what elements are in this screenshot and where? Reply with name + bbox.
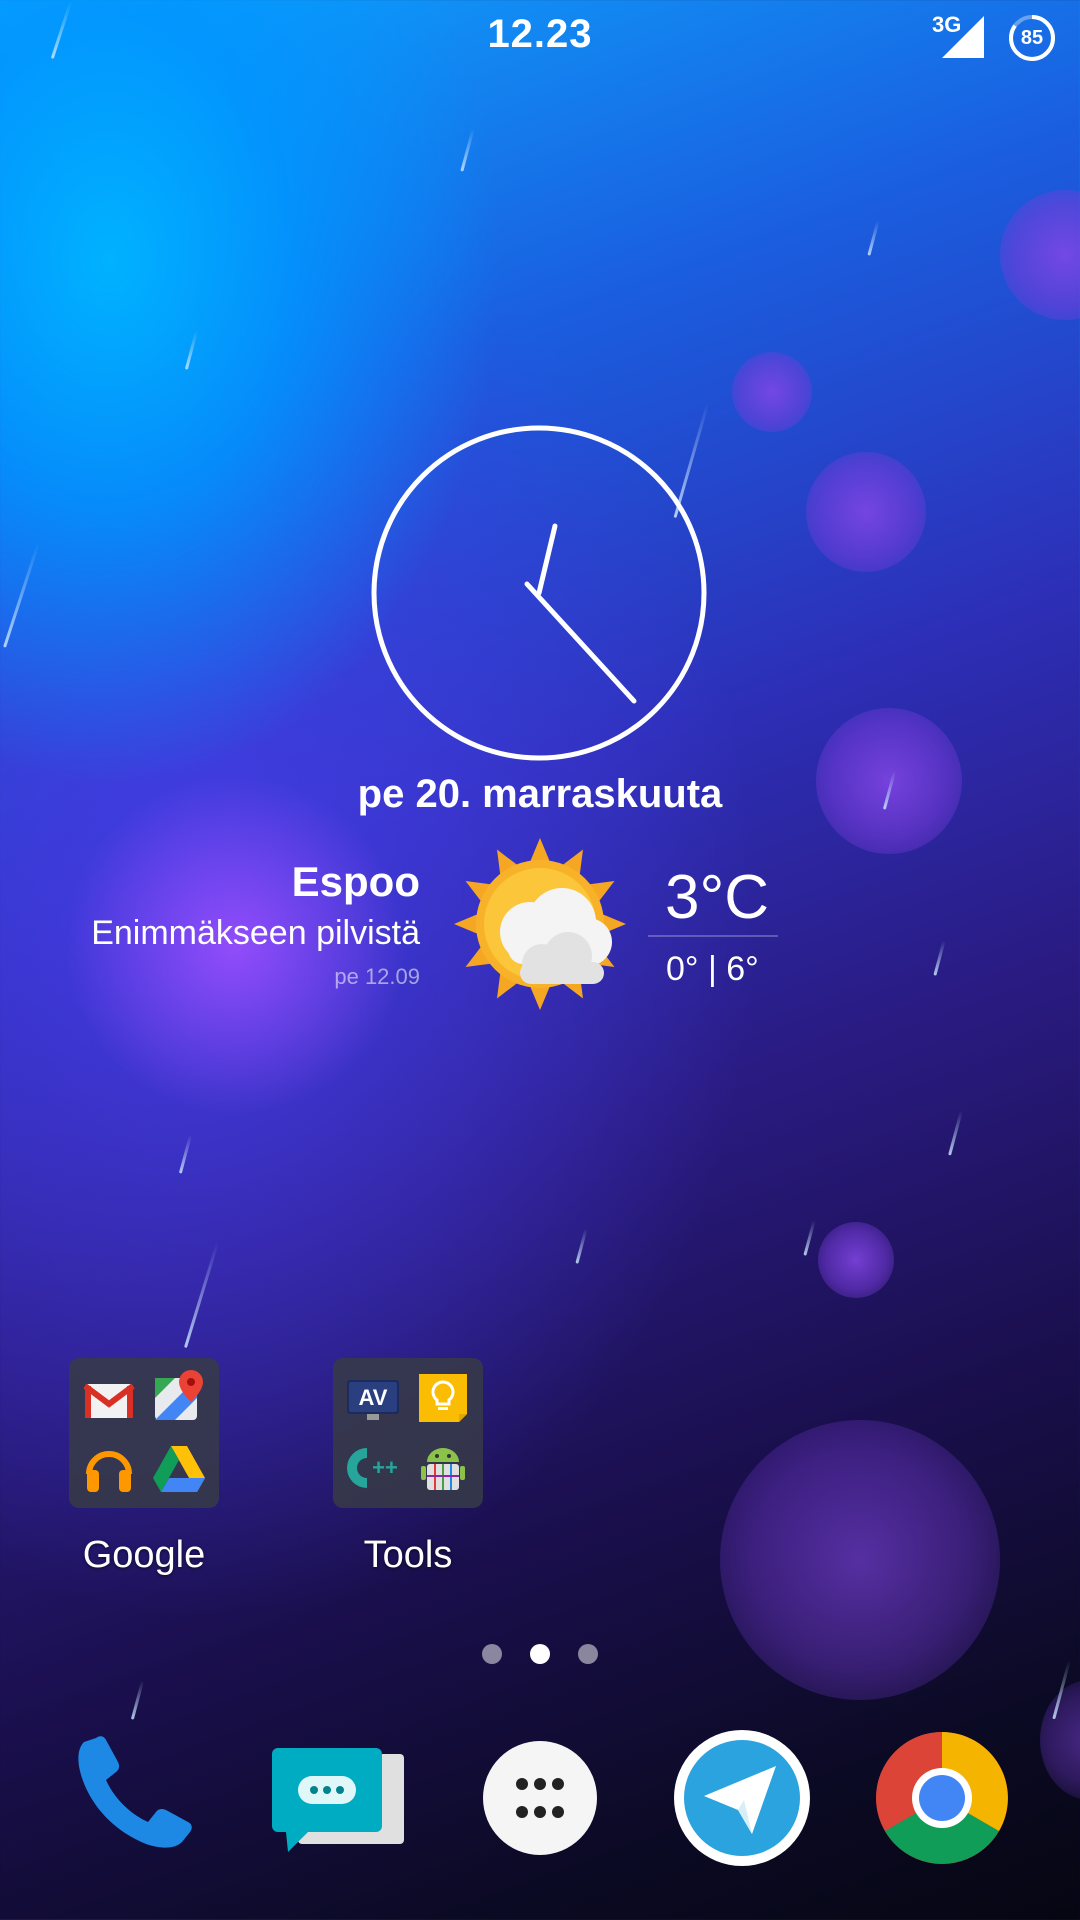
google-maps-icon (155, 1370, 203, 1420)
weather-updated-time: pe 12.09 (334, 964, 420, 989)
folder-tools-label: Tools (363, 1534, 453, 1576)
android-tool-icon (421, 1448, 465, 1490)
folder-tools[interactable]: AV ++ (333, 1358, 483, 1508)
keep-icon (419, 1374, 467, 1422)
phone-icon[interactable] (66, 1728, 206, 1868)
telegram-icon[interactable] (672, 1728, 812, 1868)
status-time: 12.23 (487, 12, 593, 56)
svg-text:++: ++ (372, 1455, 398, 1480)
messages-icon[interactable] (268, 1728, 408, 1868)
cpp-compiler-icon: ++ (347, 1448, 398, 1488)
signal-icon (942, 16, 984, 58)
analog-clock[interactable] (370, 424, 708, 762)
page-dot-3[interactable] (578, 1644, 598, 1664)
page-dot-2-active[interactable] (530, 1644, 550, 1664)
battery-level: 85 (1020, 27, 1044, 49)
weather-condition: Enimmäkseen pilvistä (91, 914, 420, 952)
google-drive-icon (153, 1446, 205, 1492)
partly-cloudy-icon (454, 838, 626, 1010)
play-music-icon (86, 1451, 132, 1492)
weather-temp-range: 0° | 6° (666, 950, 759, 988)
weather-city: Espoo (291, 858, 420, 905)
svg-text:AV: AV (359, 1385, 388, 1410)
folder-google-label: Google (82, 1534, 206, 1576)
folder-google[interactable] (69, 1358, 219, 1508)
status-bar: 12.23 3G 85 (0, 0, 1080, 80)
weather-temperature: 3°C (665, 863, 770, 932)
clock-minute-hand (524, 581, 637, 704)
chrome-icon[interactable] (872, 1728, 1012, 1868)
weather-divider (648, 935, 778, 937)
av-icon: AV (347, 1380, 399, 1420)
clock-date[interactable]: pe 20. marraskuuta (0, 772, 1080, 817)
app-drawer-icon[interactable] (470, 1728, 610, 1868)
clock-hour-hand (536, 523, 558, 596)
gmail-icon (83, 1383, 135, 1418)
page-dot-1[interactable] (482, 1644, 502, 1664)
